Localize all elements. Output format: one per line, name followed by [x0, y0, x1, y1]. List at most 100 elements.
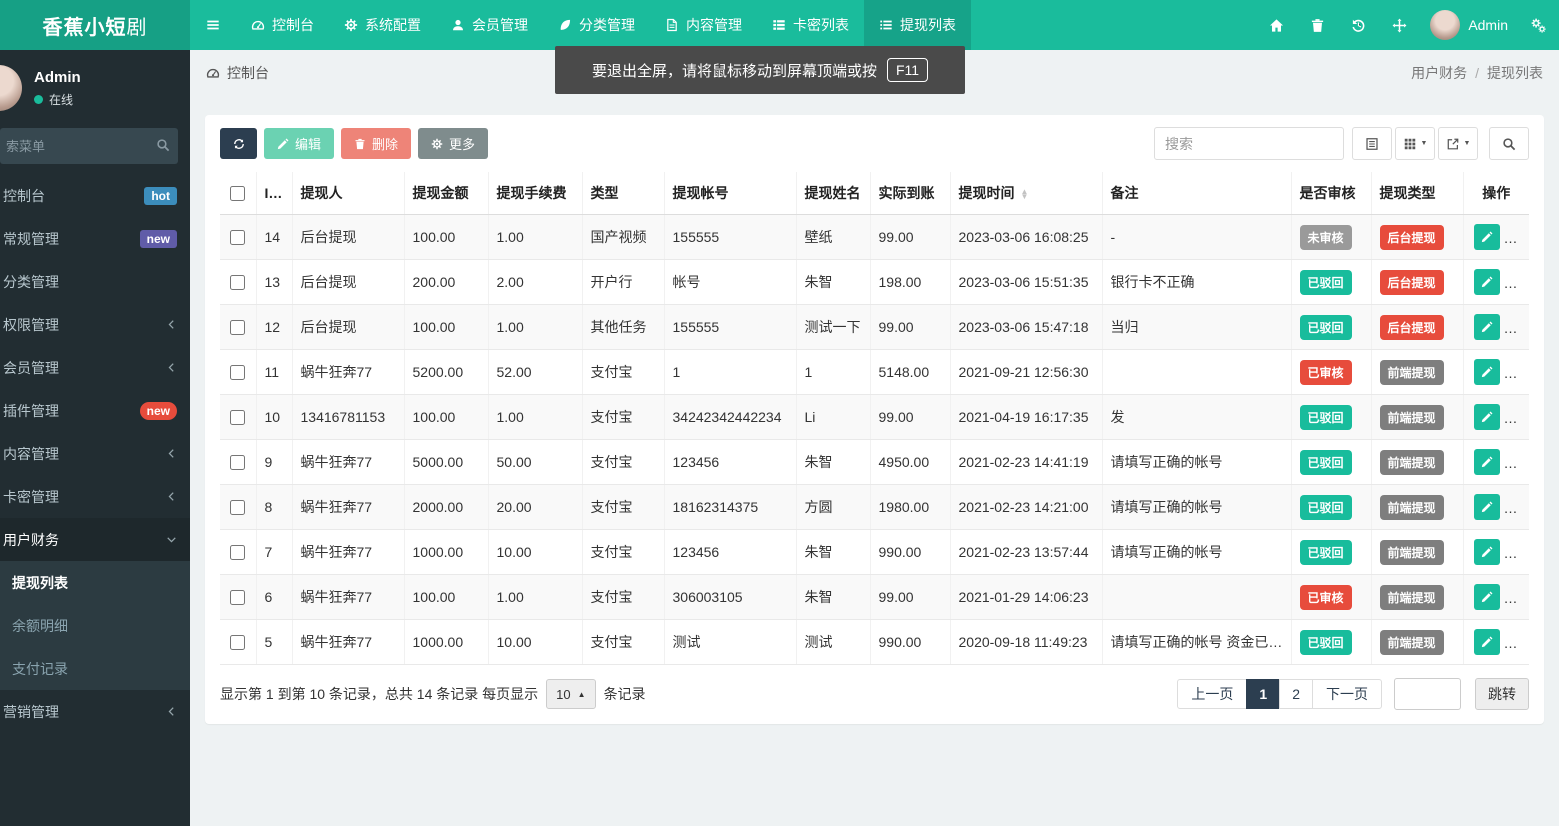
settings-button[interactable] — [1518, 0, 1559, 50]
row-checkbox[interactable] — [230, 230, 245, 245]
jump-button[interactable]: 跳转 — [1475, 678, 1529, 710]
row-edit-button[interactable] — [1474, 584, 1500, 610]
delete-button[interactable]: 删除 — [341, 128, 411, 159]
cell-actual: 990.00 — [870, 530, 950, 575]
sidebar-item[interactable]: 卡密管理 — [0, 475, 190, 518]
row-edit-button[interactable] — [1474, 449, 1500, 475]
edit-button[interactable]: 编辑 — [264, 128, 334, 159]
sidebar-search-input[interactable] — [0, 128, 178, 164]
refresh-button[interactable] — [220, 128, 257, 159]
breadcrumb-parent[interactable]: 用户财务 — [1411, 63, 1467, 83]
row-checkbox[interactable] — [230, 410, 245, 425]
sidebar-item[interactable]: 控制台hot — [0, 174, 190, 217]
row-checkbox[interactable] — [230, 635, 245, 650]
row-edit-button[interactable] — [1474, 629, 1500, 655]
table-row: 5蜗牛狂奔771000.0010.00支付宝测试测试990.002020-09-… — [220, 620, 1529, 665]
search-toggle-button[interactable] — [1489, 127, 1529, 160]
cell-withdrawer: 13416781153 — [292, 395, 404, 440]
sidebar-subitem[interactable]: 提现列表 — [0, 561, 190, 604]
row-edit-button[interactable] — [1474, 404, 1500, 430]
row-edit-button[interactable] — [1474, 314, 1500, 340]
page-number-button[interactable]: 1 — [1246, 679, 1280, 709]
row-edit-button[interactable] — [1474, 224, 1500, 250]
cell-fee: 50.00 — [488, 440, 582, 485]
audit-status-badge: 已驳回 — [1300, 495, 1352, 520]
user-menu[interactable]: Admin — [1420, 0, 1518, 50]
row-edit-button[interactable] — [1474, 539, 1500, 565]
table-row: 7蜗牛狂奔771000.0010.00支付宝123456朱智990.002021… — [220, 530, 1529, 575]
sidebar-toggle-button[interactable] — [190, 0, 236, 50]
cell-time: 2023-03-06 16:08:25 — [950, 215, 1102, 260]
sidebar-item[interactable]: 会员管理 — [0, 346, 190, 389]
nav-item[interactable]: 会员管理 — [436, 0, 543, 50]
sidebar-item[interactable]: 常规管理new — [0, 217, 190, 260]
page-number-button[interactable]: 2 — [1279, 679, 1313, 709]
row-edit-button[interactable] — [1474, 494, 1500, 520]
column-header[interactable]: 提现时间▲▼ — [950, 172, 1102, 215]
column-header[interactable]: 提现手续费 — [488, 172, 582, 215]
column-header[interactable]: 提现帐号 — [664, 172, 796, 215]
nav-item[interactable]: 提现列表 — [864, 0, 971, 50]
home-button[interactable] — [1256, 0, 1297, 50]
fullscreen-button[interactable] — [1379, 0, 1420, 50]
cell-fee: 52.00 — [488, 350, 582, 395]
breadcrumb-left[interactable]: 控制台 — [206, 63, 269, 83]
sidebar-item[interactable]: 分类管理 — [0, 260, 190, 303]
row-checkbox[interactable] — [230, 455, 245, 470]
column-header[interactable]: 提现姓名 — [796, 172, 870, 215]
columns-button[interactable]: ▼ — [1395, 127, 1435, 160]
cell-actions — [1463, 575, 1529, 620]
column-header[interactable]: 实际到账 — [870, 172, 950, 215]
row-edit-button[interactable] — [1474, 359, 1500, 385]
column-header[interactable]: Id▼ — [256, 172, 292, 215]
prev-page-button[interactable]: 上一页 — [1177, 679, 1247, 709]
nav-item[interactable]: 系统配置 — [329, 0, 436, 50]
jump-page-input[interactable] — [1394, 678, 1461, 710]
breadcrumb-home-label: 控制台 — [227, 63, 269, 83]
nav-item[interactable]: 控制台 — [236, 0, 329, 50]
select-all-checkbox[interactable] — [230, 186, 245, 201]
row-checkbox[interactable] — [230, 275, 245, 290]
cell-type: 其他任务 — [582, 305, 664, 350]
page-size-select[interactable]: 10 ▲ — [546, 679, 595, 709]
nav-item[interactable]: 分类管理 — [543, 0, 650, 50]
sidebar-item[interactable]: 用户财务 — [0, 518, 190, 561]
more-button[interactable]: 更多 — [418, 128, 488, 159]
sidebar-subitem[interactable]: 余额明细 — [0, 604, 190, 647]
caret-down-icon: ▼ — [1464, 140, 1471, 147]
nav-item[interactable]: 卡密列表 — [757, 0, 864, 50]
trash-button[interactable] — [1297, 0, 1338, 50]
export-button[interactable]: ▼ — [1438, 127, 1478, 160]
logo-text-bold: 香蕉小短 — [43, 11, 127, 40]
row-checkbox[interactable] — [230, 500, 245, 515]
sidebar-item[interactable]: 内容管理 — [0, 432, 190, 475]
sidebar-user-info: Admin 在线 — [34, 69, 81, 108]
row-checkbox[interactable] — [230, 545, 245, 560]
column-header[interactable]: 提现类型 — [1371, 172, 1463, 215]
next-page-button[interactable]: 下一页 — [1312, 679, 1382, 709]
sidebar-item[interactable]: 插件管理new — [0, 389, 190, 432]
main-content: 控制台 用户财务 / 提现列表 编辑 删除 更多 ▼ ▼ — [190, 50, 1559, 826]
nav-item[interactable]: 内容管理 — [650, 0, 757, 50]
detail-view-button[interactable] — [1352, 127, 1392, 160]
cell-actions — [1463, 215, 1529, 260]
history-button[interactable] — [1338, 0, 1379, 50]
sidebar-item[interactable]: 权限管理 — [0, 303, 190, 346]
row-checkbox[interactable] — [230, 365, 245, 380]
column-header[interactable]: 是否审核 — [1291, 172, 1371, 215]
table-search-input[interactable] — [1154, 127, 1344, 160]
column-header[interactable]: 提现金额 — [404, 172, 488, 215]
sidebar-subitem[interactable]: 支付记录 — [0, 647, 190, 690]
column-header[interactable]: 类型 — [582, 172, 664, 215]
row-checkbox[interactable] — [230, 590, 245, 605]
sidebar-item[interactable]: 营销管理 — [0, 690, 190, 733]
column-header[interactable]: 备注 — [1102, 172, 1291, 215]
list-icon — [879, 18, 893, 32]
row-edit-button[interactable] — [1474, 269, 1500, 295]
row-checkbox[interactable] — [230, 320, 245, 335]
home-icon — [1269, 18, 1284, 33]
column-header[interactable]: 操作 — [1463, 172, 1529, 215]
column-header[interactable]: 提现人 — [292, 172, 404, 215]
sidebar-search — [0, 128, 178, 164]
sort-both-icon[interactable]: ▲▼ — [1021, 189, 1029, 199]
